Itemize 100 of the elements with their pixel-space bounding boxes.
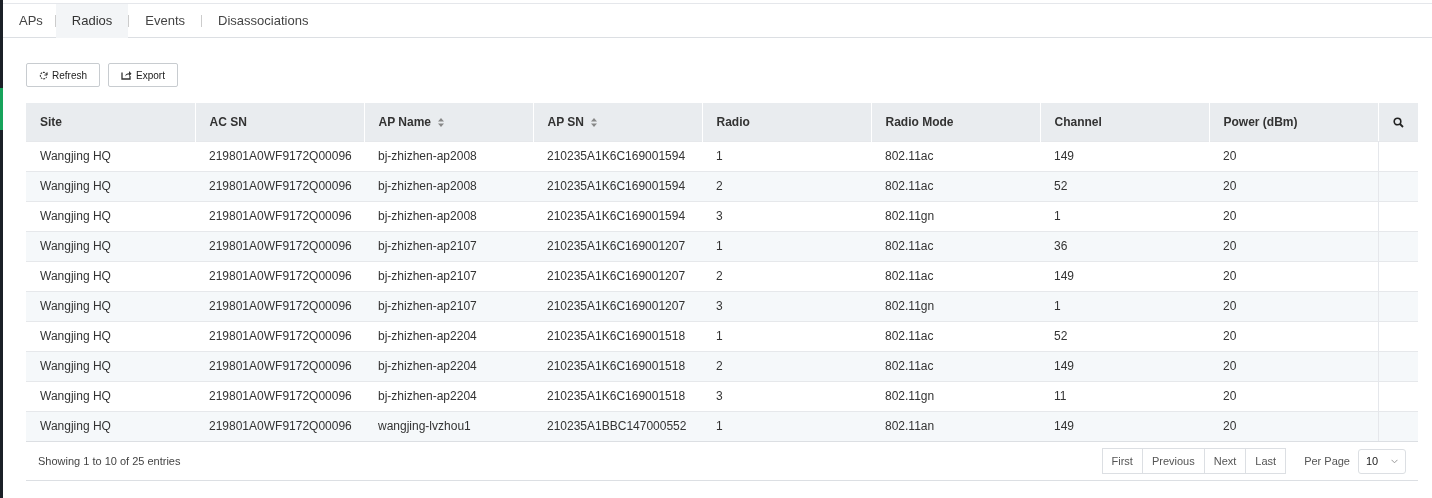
- table-cell: 1: [1040, 201, 1209, 231]
- table-cell: 20: [1209, 351, 1378, 381]
- entries-summary: Showing 1 to 10 of 25 entries: [37, 453, 181, 469]
- table-cell: wangjing-lvzhou1: [364, 411, 533, 441]
- table-cell: 219801A0WF9172Q00096: [195, 381, 364, 411]
- table-cell: 149: [1040, 261, 1209, 291]
- column-header: Channel: [1040, 103, 1209, 141]
- table-cell: bj-zhizhen-ap2107: [364, 291, 533, 321]
- table-cell: Wangjing HQ: [26, 141, 195, 171]
- table-cell: 210235A1K6C169001594: [533, 201, 702, 231]
- table-cell: bj-zhizhen-ap2008: [364, 201, 533, 231]
- table-cell: 219801A0WF9172Q00096: [195, 321, 364, 351]
- table-cell: 802.11gn: [871, 291, 1040, 321]
- table-cell: 20: [1209, 321, 1378, 351]
- sort-icon[interactable]: [438, 118, 444, 128]
- table-cell: 210235A1K6C169001207: [533, 261, 702, 291]
- table-cell: 20: [1209, 381, 1378, 411]
- toolbar-button[interactable]: Export: [108, 63, 178, 87]
- table-cell: 210235A1K6C169001518: [533, 381, 702, 411]
- table-cell: 219801A0WF9172Q00096: [195, 231, 364, 261]
- table-cell: 219801A0WF9172Q00096: [195, 351, 364, 381]
- table-cell: 210235A1K6C169001207: [533, 231, 702, 261]
- table-cell: Wangjing HQ: [26, 171, 195, 201]
- table-cell: Wangjing HQ: [26, 231, 195, 261]
- table-cell: 2: [702, 171, 871, 201]
- table-cell: Wangjing HQ: [26, 201, 195, 231]
- table-cell: 219801A0WF9172Q00096: [195, 201, 364, 231]
- tab[interactable]: Radios: [55, 3, 129, 38]
- table-cell: 802.11an: [871, 411, 1040, 441]
- table-cell: 2: [702, 261, 871, 291]
- toolbar-button[interactable]: Refresh: [26, 63, 100, 87]
- table-cell: Wangjing HQ: [26, 261, 195, 291]
- table-cell: 1: [702, 141, 871, 171]
- per-page-label: Per Page: [1304, 453, 1350, 469]
- chevron-down-icon: [1391, 458, 1398, 464]
- table-cell: 1: [702, 231, 871, 261]
- column-header: Radio Mode: [871, 103, 1040, 141]
- table-cell: 3: [702, 381, 871, 411]
- table-cell: 802.11ac: [871, 351, 1040, 381]
- table-cell: 219801A0WF9172Q00096: [195, 171, 364, 201]
- table-cell: 210235A1K6C169001207: [533, 291, 702, 321]
- table-cell: 219801A0WF9172Q00096: [195, 141, 364, 171]
- table-cell: 3: [702, 291, 871, 321]
- table-cell: 802.11gn: [871, 381, 1040, 411]
- table-cell: 802.11ac: [871, 321, 1040, 351]
- table-cell: bj-zhizhen-ap2204: [364, 351, 533, 381]
- table-cell: 20: [1209, 261, 1378, 291]
- table-cell: Wangjing HQ: [26, 321, 195, 351]
- table-cell: Wangjing HQ: [26, 381, 195, 411]
- table-cell: 210235A1K6C169001594: [533, 171, 702, 201]
- table-cell: 20: [1209, 141, 1378, 171]
- table-cell: Wangjing HQ: [26, 291, 195, 321]
- table-cell: 20: [1209, 201, 1378, 231]
- table-cell: 802.11ac: [871, 261, 1040, 291]
- table-cell: 219801A0WF9172Q00096: [195, 261, 364, 291]
- table-cell: 11: [1040, 381, 1209, 411]
- table-cell: 802.11ac: [871, 231, 1040, 261]
- table-cell: 802.11ac: [871, 171, 1040, 201]
- table-cell: bj-zhizhen-ap2204: [364, 321, 533, 351]
- table-cell: 20: [1209, 291, 1378, 321]
- table-cell: 3: [702, 201, 871, 231]
- table-cell: 1: [702, 321, 871, 351]
- table-cell: 149: [1040, 141, 1209, 171]
- table-cell: 52: [1040, 321, 1209, 351]
- table-cell: 219801A0WF9172Q00096: [195, 411, 364, 441]
- table-cell: 210235A1BBC147000552: [533, 411, 702, 441]
- table-cell: Wangjing HQ: [26, 411, 195, 441]
- table-cell: 802.11ac: [871, 141, 1040, 171]
- table-cell: bj-zhizhen-ap2008: [364, 171, 533, 201]
- table-cell: 219801A0WF9172Q00096: [195, 291, 364, 321]
- table-cell: 210235A1K6C169001518: [533, 351, 702, 381]
- column-header: Power (dBm): [1209, 103, 1378, 141]
- tab[interactable]: APs: [13, 3, 55, 38]
- table-cell: bj-zhizhen-ap2107: [364, 261, 533, 291]
- column-header: Radio: [702, 103, 871, 141]
- table-cell: 20: [1209, 231, 1378, 261]
- tab[interactable]: Events: [129, 3, 202, 38]
- table-cell: 20: [1209, 411, 1378, 441]
- table-cell: 149: [1040, 411, 1209, 441]
- table-cell: bj-zhizhen-ap2008: [364, 141, 533, 171]
- export-icon: [121, 70, 132, 80]
- column-header: Site: [26, 103, 195, 141]
- tab[interactable]: Disassociations: [202, 3, 325, 38]
- column-header[interactable]: AP SN: [533, 103, 702, 141]
- table-cell: bj-zhizhen-ap2204: [364, 381, 533, 411]
- table-cell: 20: [1209, 171, 1378, 201]
- table-cell: bj-zhizhen-ap2107: [364, 231, 533, 261]
- table-cell: 149: [1040, 351, 1209, 381]
- search-icon[interactable]: [1393, 116, 1404, 128]
- column-header: AC SN: [195, 103, 364, 141]
- table-cell: 1: [1040, 291, 1209, 321]
- table-cell: 36: [1040, 231, 1209, 261]
- sort-icon[interactable]: [590, 118, 597, 128]
- column-header[interactable]: AP Name: [364, 103, 533, 141]
- table-cell: 52: [1040, 171, 1209, 201]
- table-cell: 1: [702, 411, 871, 441]
- table-cell: 210235A1K6C169001518: [533, 321, 702, 351]
- table-cell: 2: [702, 351, 871, 381]
- table-cell: 802.11gn: [871, 201, 1040, 231]
- per-page-select[interactable]: 10: [1358, 448, 1406, 474]
